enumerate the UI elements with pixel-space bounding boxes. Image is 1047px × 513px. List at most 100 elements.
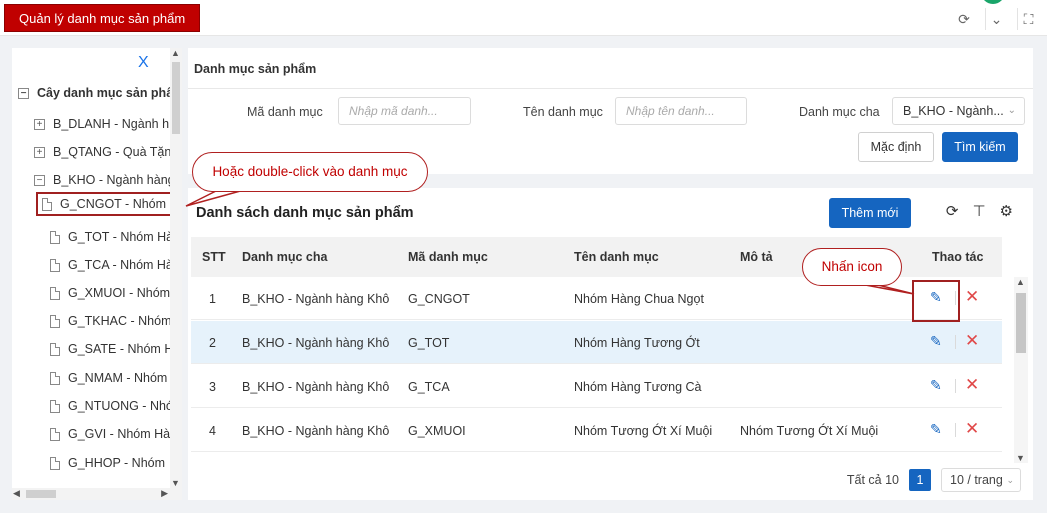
tree-item-g-cngot[interactable]: G_CNGOT - Nhóm: [35, 192, 173, 216]
scroll-thumb[interactable]: [172, 62, 180, 134]
tree-item-label: G_TKHAC - Nhóm: [68, 314, 172, 328]
scroll-thumb[interactable]: [26, 490, 56, 498]
column-header: Thao tác: [932, 250, 984, 264]
category-tree-panel: X − Cây danh mục sản phẩm + B_DLANH - Ng…: [12, 48, 182, 500]
top-toolbar: ⟳ ⌄ ⛶: [953, 8, 1039, 30]
file-icon: [50, 314, 60, 328]
collapse-icon[interactable]: −: [18, 87, 29, 99]
edit-icon[interactable]: ✎: [930, 421, 946, 437]
code-input[interactable]: Nhập mã danh...: [338, 97, 471, 125]
tree-item-g-gvi[interactable]: G_GVI - Nhóm Hà: [50, 427, 170, 441]
tree-item-g-tca[interactable]: G_TCA - Nhóm Hà: [50, 258, 173, 272]
scroll-right-icon[interactable]: ▶: [161, 488, 168, 499]
tree-root[interactable]: − Cây danh mục sản phẩm: [18, 86, 182, 100]
list-toolbar: ⟳ ⊤ ⚙: [946, 202, 1013, 220]
chevron-down-icon: ⌄: [1006, 475, 1014, 485]
tree-item-g-nmam[interactable]: G_NMAM - Nhóm: [50, 371, 167, 385]
parent-label: Danh mục cha: [799, 105, 880, 119]
scroll-thumb[interactable]: [1016, 293, 1026, 353]
app-title-tab[interactable]: Quản lý danh mục sản phẩm: [4, 4, 201, 32]
fullscreen-icon[interactable]: ⛶: [1017, 8, 1039, 30]
tree-item-b-dlanh[interactable]: + B_DLANH - Ngành h: [34, 117, 169, 131]
code-label: Mã danh mục: [247, 105, 323, 119]
table-vertical-scrollbar[interactable]: ▲ ▼: [1014, 277, 1028, 463]
tree-horizontal-scrollbar[interactable]: ◀ ▶: [12, 488, 170, 500]
tree-item-g-xmuoi[interactable]: G_XMUOI - Nhóm: [50, 286, 170, 300]
cell-stt: 3: [209, 380, 216, 394]
edit-icon[interactable]: ✎: [930, 377, 946, 393]
column-header: Tên danh mục: [574, 250, 659, 264]
scroll-up-icon[interactable]: ▲: [171, 48, 180, 58]
cell-name: Nhóm Hàng Tương Cà: [574, 380, 702, 394]
parent-select[interactable]: B_KHO - Ngành... ⌄: [892, 97, 1025, 125]
table-row[interactable]: 3 B_KHO - Ngành hàng Khô G_TCA Nhóm Hàng…: [191, 365, 1002, 408]
name-label: Tên danh mục: [523, 105, 603, 119]
cell-code: G_TCA: [408, 380, 450, 394]
cell-parent: B_KHO - Ngành hàng Khô: [242, 336, 390, 350]
page-size-value: 10 / trang: [950, 473, 1003, 487]
default-button[interactable]: Mặc định: [858, 132, 934, 162]
settings-icon[interactable]: ⚙: [1000, 202, 1013, 220]
cell-stt: 1: [209, 292, 216, 306]
column-height-icon[interactable]: ⊤: [972, 202, 985, 220]
callout-click-icon: Nhấn icon: [802, 248, 902, 286]
add-new-button[interactable]: Thêm mới: [829, 198, 911, 228]
name-input[interactable]: Nhập tên danh...: [615, 97, 747, 125]
divider: [955, 335, 956, 349]
table-row[interactable]: 2 B_KHO - Ngành hàng Khô G_TOT Nhóm Hàng…: [191, 321, 1002, 364]
chevron-down-icon[interactable]: ⌄: [985, 8, 1007, 30]
tree-item-g-hhop[interactable]: G_HHOP - Nhóm: [50, 456, 165, 470]
total-count: Tất cả 10: [846, 473, 899, 487]
page-size-select[interactable]: 10 / trang ⌄: [941, 468, 1021, 492]
delete-icon[interactable]: ✕: [965, 287, 981, 306]
cell-name: Nhóm Tương Ớt Xí Muội: [574, 424, 713, 438]
chevron-down-icon: ⌄: [1007, 105, 1016, 116]
refresh-icon[interactable]: ⟳: [946, 202, 959, 220]
expand-icon[interactable]: +: [34, 118, 45, 130]
tree-item-label: B_QTANG - Quà Tặng: [53, 145, 179, 159]
tree-item-b-qtang[interactable]: + B_QTANG - Quà Tặng: [34, 145, 178, 159]
tree-item-label: G_CNGOT - Nhóm: [60, 197, 167, 211]
expand-icon[interactable]: +: [34, 146, 45, 158]
column-header: STT: [202, 250, 226, 264]
tree-item-g-tot[interactable]: G_TOT - Nhóm Hà: [50, 230, 173, 244]
table-row[interactable]: 4 B_KHO - Ngành hàng Khô G_XMUOI Nhóm Tư…: [191, 409, 1002, 452]
divider: [955, 379, 956, 393]
top-bar: Quản lý danh mục sản phẩm ⟳ ⌄ ⛶: [0, 0, 1047, 36]
tree-item-label: G_TCA - Nhóm Hà: [68, 258, 173, 272]
collapse-icon[interactable]: −: [34, 174, 45, 186]
file-icon: [50, 456, 60, 470]
column-header: Danh mục cha: [242, 250, 328, 264]
divider: [188, 88, 1033, 89]
tree-item-g-ntuong[interactable]: G_NTUONG - Nhó: [50, 399, 173, 413]
file-icon: [42, 197, 52, 211]
tree-item-b-kho[interactable]: − B_KHO - Ngành hàng: [34, 173, 175, 187]
delete-icon[interactable]: ✕: [965, 331, 981, 350]
pagination: Tất cả 10 1 10 / trang ⌄: [847, 468, 1021, 492]
page-button[interactable]: 1: [909, 469, 931, 491]
tree-item-label: B_DLANH - Ngành h: [53, 117, 170, 131]
refresh-icon[interactable]: ⟳: [953, 8, 975, 30]
scroll-up-icon[interactable]: ▲: [1016, 277, 1025, 287]
edit-icon[interactable]: ✎: [930, 333, 946, 349]
tree-item-label: G_NMAM - Nhóm: [68, 371, 168, 385]
close-icon[interactable]: X: [138, 54, 149, 72]
cell-parent: B_KHO - Ngành hàng Khô: [242, 380, 390, 394]
scroll-down-icon[interactable]: ▼: [1016, 453, 1025, 463]
scroll-left-icon[interactable]: ◀: [13, 488, 20, 499]
scroll-down-icon[interactable]: ▼: [171, 478, 180, 488]
cell-parent: B_KHO - Ngành hàng Khô: [242, 424, 390, 438]
search-button[interactable]: Tìm kiếm: [942, 132, 1018, 162]
delete-icon[interactable]: ✕: [965, 419, 981, 438]
tree-item-label: G_HHOP - Nhóm: [68, 456, 166, 470]
search-panel-title: Danh mục sản phẩm: [194, 62, 317, 76]
tree-item-g-sate[interactable]: G_SATE - Nhóm H: [50, 342, 173, 356]
list-title: Danh sách danh mục sản phẩm: [196, 205, 414, 221]
tree-item-g-tkhac[interactable]: G_TKHAC - Nhóm: [50, 314, 172, 328]
cell-code: G_XMUOI: [408, 424, 466, 438]
tree-item-label: G_GVI - Nhóm Hà: [68, 427, 171, 441]
delete-icon[interactable]: ✕: [965, 375, 981, 394]
file-icon: [50, 258, 60, 272]
tree-vertical-scrollbar[interactable]: ▲ ▼: [170, 48, 182, 500]
cell-code: G_TOT: [408, 336, 450, 350]
